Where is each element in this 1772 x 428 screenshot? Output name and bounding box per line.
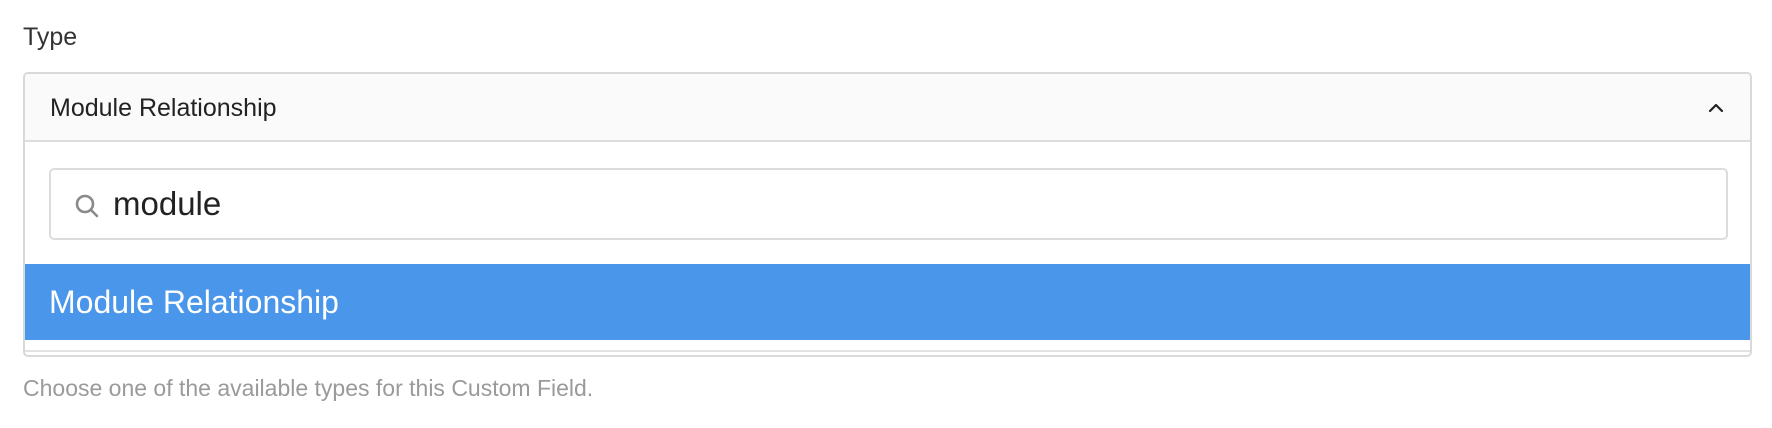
- search-box[interactable]: [49, 168, 1728, 240]
- type-select-dropdown[interactable]: Module Relationship Module Relationship: [23, 72, 1752, 357]
- type-select-header[interactable]: Module Relationship: [25, 74, 1750, 142]
- selected-value: Module Relationship: [50, 94, 277, 122]
- help-text: Choose one of the available types for th…: [23, 375, 594, 401]
- custom-field-type-field: Type Module Relationship Module Relation…: [0, 0, 1772, 428]
- search-icon: [75, 194, 99, 218]
- options-divider: [25, 350, 1750, 352]
- search-input[interactable]: [113, 180, 1693, 228]
- options-list: Module Relationship: [25, 264, 1750, 340]
- type-label: Type: [23, 23, 78, 51]
- chevron-up-icon[interactable]: [1704, 96, 1728, 120]
- option-module-relationship[interactable]: Module Relationship: [25, 264, 1750, 340]
